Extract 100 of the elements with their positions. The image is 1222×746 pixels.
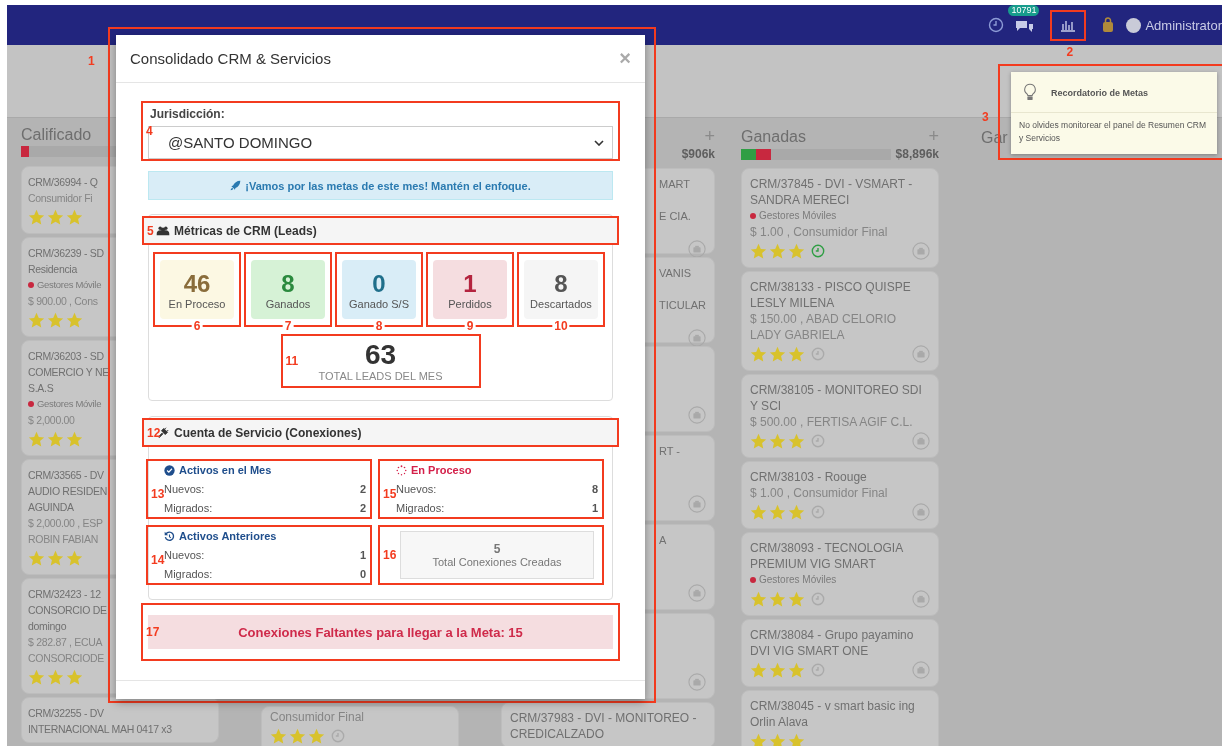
column-title: Calificado <box>21 126 92 144</box>
lead-title: CRM/38093 - TECNOLOGIA PREMIUM VIG SMART <box>750 541 903 571</box>
row-label: Migrados: <box>396 501 445 514</box>
lead-title: RT - <box>659 445 680 457</box>
row-value: 2 <box>359 482 366 495</box>
lead-title: CRM/36239 - SD <box>28 247 104 259</box>
annotation-number: 2 <box>1066 45 1074 58</box>
lead-detail: Consumidor Final <box>270 710 365 724</box>
stat-label: Descartados <box>530 297 592 310</box>
stat-value: 46 <box>183 269 211 298</box>
popover-text: No olvides monitorear el panel de Resumen CRM y Servicios <box>1018 119 1208 145</box>
lead-detail: $ 150.00 , ABAD CELORIO LADY GABRIELA <box>750 312 897 342</box>
row-value: 8 <box>591 482 598 495</box>
stat-label: Perdidos <box>448 297 492 310</box>
stat-value: 8 <box>281 269 295 298</box>
lead-title: Residencia <box>28 263 77 275</box>
lead-title: AGUINDA <box>28 501 74 513</box>
lead-detail: CONSORCIODE <box>28 652 105 664</box>
source-tag: Gestores Móviles <box>759 208 837 224</box>
stat-label: Ganados <box>265 297 311 310</box>
alert-text: Conexiones Faltantes para llegar a la Meta: 15 <box>238 624 523 640</box>
lead-title: VANIS <box>659 267 692 279</box>
column-total: $906k <box>681 147 715 161</box>
lead-title: CREDICALZADO <box>510 727 604 741</box>
field-label: Jurisdicción: <box>150 107 226 123</box>
lead-title: CRM/36203 - SD <box>28 350 104 362</box>
row-label: Nuevos: <box>164 548 205 561</box>
lead-title: CRM/38084 - Grupo payamino DVI VIG SMART ONE <box>750 628 914 658</box>
stat-label: En Proceso <box>168 297 226 310</box>
lead-title: TICULAR <box>659 299 707 311</box>
total-value: 63 <box>364 340 397 370</box>
annotation-number: 7 <box>282 320 294 332</box>
lead-title: S.A.S <box>28 382 54 394</box>
row-value: 1 <box>591 501 598 514</box>
group-title: Activos Anteriores <box>179 530 277 542</box>
row-value: 0 <box>359 567 366 580</box>
lead-title: CRM/32423 - 12 <box>28 588 101 600</box>
lead-title: CRM/33565 - DV <box>28 469 104 481</box>
annotation-number: 11 <box>285 355 299 367</box>
annotation-number: 12 <box>147 426 161 439</box>
lead-title: CRM/32255 - DV <box>28 707 104 719</box>
lead-detail: $ 2,000.00 <box>28 414 75 426</box>
lead-detail: ROBIN FABIAN <box>28 533 98 545</box>
annotation-number: 1 <box>88 55 95 67</box>
notification-badge: 10791 <box>1008 5 1040 16</box>
lead-title: CRM/38133 - PISCO QUISPE LESLY MILENA <box>750 280 911 310</box>
lead-detail: $ 2,000.00 , ESP <box>28 517 103 529</box>
stat-value: 0 <box>372 269 386 298</box>
lead-detail: Consumidor Fi <box>28 192 93 204</box>
row-label: Nuevos: <box>396 482 437 495</box>
annotation-number: 6 <box>191 320 203 332</box>
group-title: Activos en el Mes <box>179 464 272 476</box>
annotation-number: 14 <box>151 554 165 566</box>
row-label: Nuevos: <box>164 482 205 495</box>
source-tag: Gestores Móviles <box>759 572 837 588</box>
panel-title: Métricas de CRM (Leads) <box>174 223 317 238</box>
lead-title: COMERCIO Y NE <box>28 366 109 378</box>
lead-title: CRM/37845 - DVI - VSMART - SANDRA MERECI <box>750 177 913 207</box>
annotation-number: 8 <box>373 320 385 332</box>
annotation-number: 5 <box>147 224 154 237</box>
total-value: 5 <box>493 542 501 556</box>
lead-title: CONSORCIO DE <box>28 604 107 616</box>
lead-title: CRM/38105 - MONITOREO SDI Y SCI <box>750 383 922 413</box>
annotation-number: 3 <box>982 111 989 123</box>
column-total: $8,896k <box>895 147 939 161</box>
row-label: Migrados: <box>164 567 213 580</box>
lead-detail: $ 900.00 , Cons <box>28 295 98 307</box>
source-tag: Gestores Móvile <box>37 277 102 293</box>
lead-title: CRM/36994 - Q <box>28 176 98 188</box>
annotation-number: 13 <box>151 488 165 500</box>
modal-title: Consolidado CRM & Servicios <box>130 50 331 67</box>
stat-value: 8 <box>554 269 568 298</box>
source-tag: Gestores Móvile <box>37 396 102 412</box>
annotation-number: 4 <box>146 125 153 137</box>
annotation-number: 15 <box>383 488 397 500</box>
info-text: ¡Vamos por las metas de este mes! Mantén el enfoque. <box>245 179 531 192</box>
lead-title: CRM/37983 - DVI - MONITOREO - <box>510 711 697 725</box>
lead-title: A <box>659 534 667 546</box>
lead-detail: $ 1.00 , Consumidor Final <box>750 486 888 500</box>
stat-value: 1 <box>463 269 477 298</box>
lead-title: AUDIO RESIDEN <box>28 485 107 497</box>
lead-title: MART <box>659 178 690 190</box>
annotation-number: 17 <box>146 626 160 638</box>
lead-title: INTERNACIONAL MAH 0417 x3 <box>28 723 172 735</box>
total-label: Total Conexiones Creadas <box>432 556 562 568</box>
lead-title: domingo <box>28 620 67 632</box>
lead-title: E CIA. <box>659 210 691 222</box>
popover-title: Recordatorio de Metas <box>1051 88 1149 98</box>
panel-title: Cuenta de Servicio (Conexiones) <box>174 425 362 440</box>
total-label: TOTAL LEADS DEL MES <box>318 370 443 382</box>
lead-title: CRM/38045 - v smart basic ing Orlin Alava <box>750 699 915 729</box>
annotation-number: 10 <box>552 320 570 332</box>
column-title: Ganadas <box>741 127 806 146</box>
row-value: 1 <box>359 548 366 561</box>
row-label: Migrados: <box>164 501 213 514</box>
group-title: En Proceso <box>411 464 472 476</box>
stat-label: Ganado S/S <box>349 297 409 310</box>
lead-detail: $ 1.00 , Consumidor Final <box>750 225 888 239</box>
lead-title: CRM/38103 - Roouge <box>750 470 867 484</box>
lead-detail: $ 282.87 , ECUA <box>28 636 103 648</box>
